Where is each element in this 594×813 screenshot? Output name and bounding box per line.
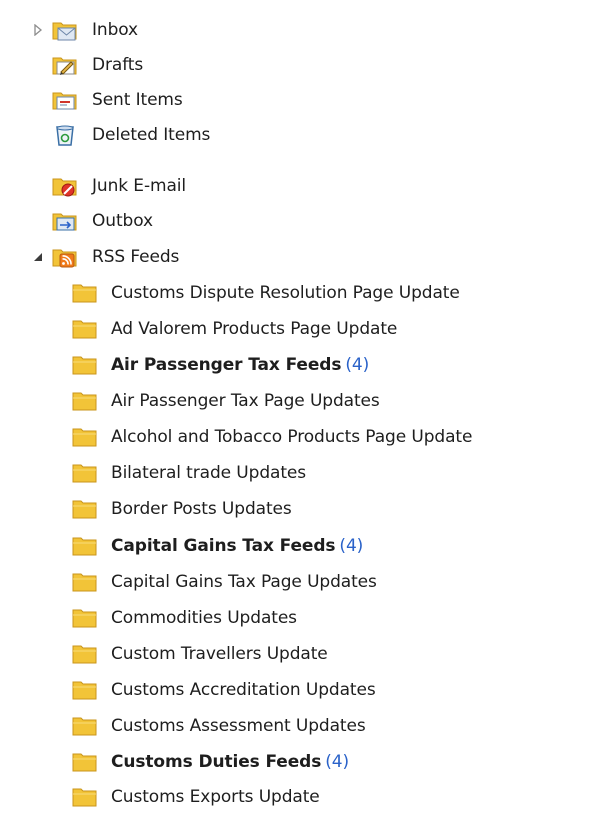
folder-icon [72, 462, 98, 486]
folder-label: RSS Feeds [92, 247, 180, 267]
inbox-icon [52, 18, 78, 42]
feed-folder[interactable]: Commodities Updates [0, 603, 594, 633]
feed-label: Air Passenger Tax Feeds (4) [111, 355, 370, 375]
folder-rss-feeds[interactable]: RSS Feeds [0, 242, 594, 272]
feed-folder[interactable]: Ad Valorem Products Page Update [0, 314, 594, 344]
feed-label: Ad Valorem Products Page Update [111, 319, 398, 339]
deleted-items-icon [52, 123, 78, 147]
feed-folder[interactable]: Capital Gains Tax Page Updates [0, 567, 594, 597]
feed-folder[interactable]: Customs Accreditation Updates [0, 675, 594, 705]
folder-icon [72, 751, 98, 775]
folder-label: Deleted Items [92, 125, 211, 145]
folder-icon [72, 571, 98, 595]
feed-folder-unread[interactable]: Customs Duties Feeds (4) [0, 747, 594, 777]
feed-folder-unread[interactable]: Capital Gains Tax Feeds (4) [0, 531, 594, 561]
collapsed-arrow-icon[interactable] [32, 24, 44, 36]
feed-label: Air Passenger Tax Page Updates [111, 391, 380, 411]
feed-folder[interactable]: Customs Dispute Resolution Page Update [0, 278, 594, 308]
folder-icon [72, 535, 98, 559]
folder-icon [72, 318, 98, 342]
folder-icon [72, 426, 98, 450]
junk-email-icon [52, 174, 78, 198]
outbox-icon [52, 209, 78, 233]
folder-icon [72, 643, 98, 667]
feed-label: Customs Duties Feeds (4) [111, 752, 350, 772]
folder-icon [72, 607, 98, 631]
folder-drafts[interactable]: Drafts [0, 50, 594, 80]
folder-label: Outbox [92, 211, 153, 231]
feed-folder-unread[interactable]: Air Passenger Tax Feeds (4) [0, 350, 594, 380]
folder-sent-items[interactable]: Sent Items [0, 85, 594, 115]
folder-pane: Inbox Drafts Sent Items Deleted Items Ju… [0, 0, 594, 812]
unread-count: (4) [339, 536, 364, 556]
feed-folder[interactable]: Border Posts Updates [0, 494, 594, 524]
feed-label: Border Posts Updates [111, 499, 292, 519]
folder-label: Sent Items [92, 90, 183, 110]
folder-icon [72, 390, 98, 414]
folder-icon [72, 498, 98, 522]
folder-icon [72, 715, 98, 739]
feed-label: Customs Exports Update [111, 787, 320, 807]
unread-count: (4) [325, 752, 350, 772]
folder-icon [72, 354, 98, 378]
feed-label: Custom Travellers Update [111, 644, 328, 664]
feed-label: Commodities Updates [111, 608, 297, 628]
feed-label: Capital Gains Tax Feeds (4) [111, 536, 364, 556]
folder-icon [72, 786, 98, 810]
rss-feeds-icon [52, 245, 78, 269]
feed-label: Capital Gains Tax Page Updates [111, 572, 377, 592]
feed-folder[interactable]: Air Passenger Tax Page Updates [0, 386, 594, 416]
feed-folder[interactable]: Alcohol and Tobacco Products Page Update [0, 422, 594, 452]
feed-folder[interactable]: Customs Assessment Updates [0, 711, 594, 741]
folder-junk-email[interactable]: Junk E-mail [0, 171, 594, 201]
feed-label: Customs Assessment Updates [111, 716, 366, 736]
folder-outbox[interactable]: Outbox [0, 206, 594, 236]
folder-icon [72, 679, 98, 703]
feed-folder[interactable]: Bilateral trade Updates [0, 458, 594, 488]
feed-label: Alcohol and Tobacco Products Page Update [111, 427, 473, 447]
folder-label: Junk E-mail [92, 176, 187, 196]
feed-label: Customs Accreditation Updates [111, 680, 376, 700]
drafts-icon [52, 53, 78, 77]
expanded-arrow-icon[interactable] [32, 251, 44, 263]
unread-count: (4) [345, 355, 370, 375]
feed-folder[interactable]: Custom Travellers Update [0, 639, 594, 669]
feed-label: Bilateral trade Updates [111, 463, 307, 483]
folder-label: Inbox [92, 20, 139, 40]
feed-folder[interactable]: Customs Exports Update [0, 782, 594, 812]
feed-label: Customs Dispute Resolution Page Update [111, 283, 460, 303]
sent-items-icon [52, 88, 78, 112]
folder-label: Drafts [92, 55, 144, 75]
folder-inbox[interactable]: Inbox [0, 15, 594, 45]
folder-icon [72, 282, 98, 306]
folder-deleted-items[interactable]: Deleted Items [0, 120, 594, 150]
